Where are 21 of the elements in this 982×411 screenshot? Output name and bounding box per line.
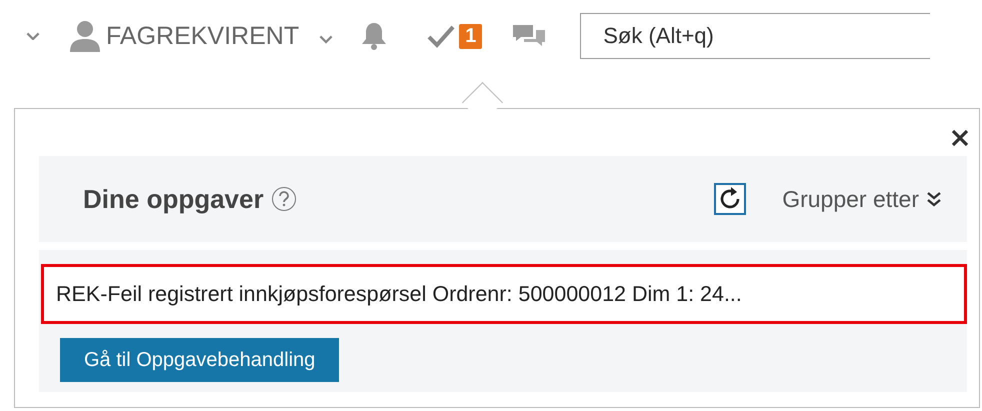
double-chevron-icon (927, 191, 941, 207)
popover-title: Dine oppgaver (83, 184, 264, 214)
dropdown-button[interactable] (26, 32, 40, 40)
count-badge: 1 (459, 24, 482, 48)
task-item[interactable]: REK-Feil registrert innkjøpsforespørsel Ordrenr: 500000012 Dim 1: 24... (41, 264, 967, 324)
refresh-button[interactable] (714, 183, 746, 215)
messages-button[interactable] (512, 23, 546, 49)
search-field[interactable]: Søk (Alt+q) (580, 13, 930, 59)
notifications-button[interactable] (361, 22, 388, 50)
chevron-down-icon (26, 32, 40, 40)
person-icon (70, 20, 100, 52)
chevron-down-icon (319, 35, 334, 44)
go-to-tasks-button[interactable]: Gå til Oppgavebehandling (60, 338, 340, 382)
tasks-button[interactable]: 1 (427, 24, 482, 48)
group-by-button[interactable]: Grupper etter (782, 186, 941, 212)
chat-icon (512, 23, 546, 49)
user-menu[interactable]: FAGREKVIRENT (70, 20, 334, 52)
user-name: FAGREKVIRENT (106, 22, 300, 50)
check-icon (427, 24, 456, 48)
bell-icon (361, 22, 388, 50)
help-icon[interactable] (272, 187, 296, 211)
